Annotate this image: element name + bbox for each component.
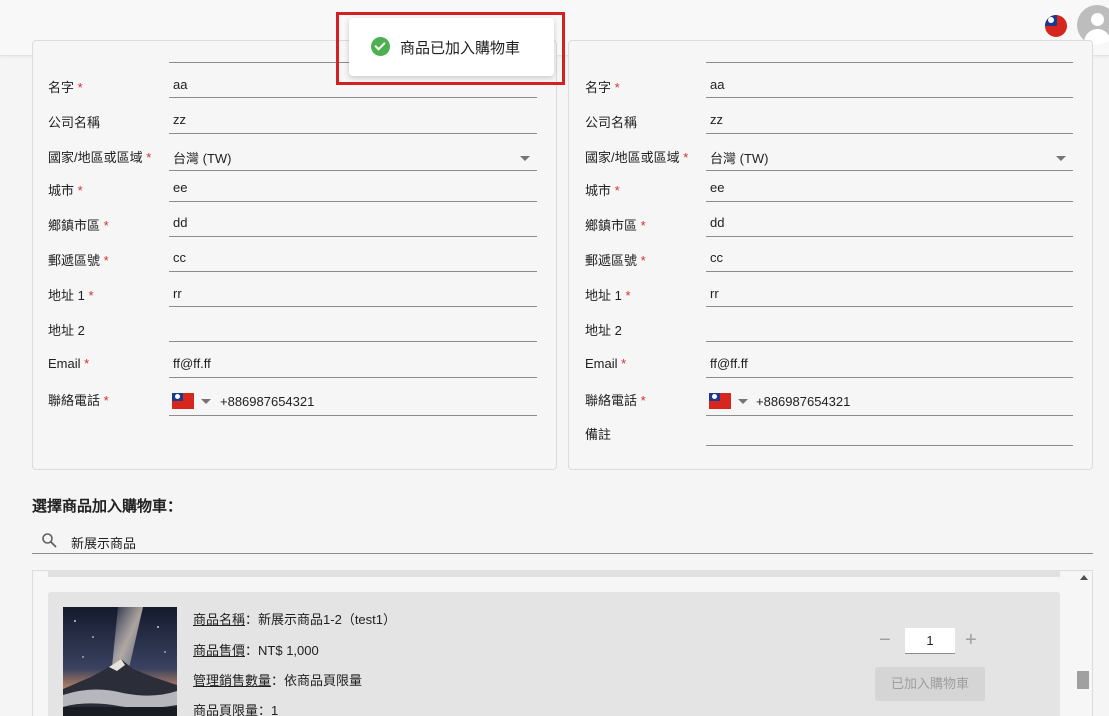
- chevron-down-icon[interactable]: [738, 399, 748, 404]
- district-label: 鄉鎮市區 *: [48, 218, 109, 233]
- scrollbar-thumb[interactable]: [1077, 671, 1089, 689]
- district-input[interactable]: dd: [173, 215, 187, 230]
- phone-label: 聯絡電話 *: [48, 393, 109, 408]
- postal-label: 郵遞區號 *: [585, 253, 646, 268]
- note-label: 備註: [585, 427, 612, 442]
- country-label: 國家/地區或區域 *: [48, 150, 152, 165]
- field-underline: [169, 97, 537, 98]
- added-to-cart-button[interactable]: 已加入購物車: [875, 667, 985, 701]
- postal-input[interactable]: cc: [173, 250, 186, 265]
- field-underline: [169, 306, 537, 307]
- phone-input[interactable]: +886987654321: [220, 394, 314, 409]
- address1-input[interactable]: rr: [173, 286, 182, 301]
- name-label: 名字 *: [585, 80, 620, 95]
- quantity-input[interactable]: 1: [905, 628, 955, 654]
- search-underline: [32, 553, 1093, 554]
- language-flag-icon[interactable]: [1045, 15, 1067, 37]
- list-item-divider: [48, 570, 1060, 577]
- country-label: 國家/地區或區域 *: [585, 150, 689, 165]
- address1-label: 地址 1 *: [585, 288, 631, 303]
- company-label: 公司名稱: [48, 115, 101, 130]
- field-underline: [706, 341, 1073, 342]
- phone-input[interactable]: +886987654321: [756, 394, 850, 409]
- product-name-line: 商品名稱：新展示商品1-2（test1）: [193, 612, 397, 627]
- company-input[interactable]: zz: [173, 112, 186, 127]
- address2-label: 地址 2: [585, 323, 622, 338]
- address1-input[interactable]: rr: [710, 286, 719, 301]
- chevron-down-icon[interactable]: [1056, 156, 1066, 161]
- field-underline: [706, 271, 1073, 272]
- field-underline: [169, 415, 537, 416]
- email-input[interactable]: ff@ff.ff: [173, 356, 211, 371]
- field-underline: [706, 133, 1073, 134]
- product-search-input[interactable]: 新展示商品: [71, 533, 136, 552]
- product-sales-line: 管理銷售數量：依商品頁限量: [193, 673, 363, 688]
- field-underline: [706, 62, 1073, 63]
- field-underline: [706, 377, 1073, 378]
- address2-label: 地址 2: [48, 323, 85, 338]
- field-underline: [169, 377, 537, 378]
- chevron-down-icon[interactable]: [520, 156, 530, 161]
- city-input[interactable]: ee: [173, 180, 187, 195]
- toast-highlight-frame: [336, 12, 565, 85]
- name-label: 名字 *: [48, 80, 83, 95]
- field-underline: [706, 236, 1073, 237]
- field-underline: [706, 201, 1073, 202]
- city-input[interactable]: ee: [710, 180, 724, 195]
- field-underline: [706, 306, 1073, 307]
- field-underline: [706, 170, 1073, 171]
- product-price-line: 商品售價：NT$ 1,000: [193, 643, 319, 658]
- chevron-down-icon[interactable]: [201, 399, 211, 404]
- scroll-up-arrow-icon[interactable]: [1080, 575, 1088, 580]
- field-underline: [169, 236, 537, 237]
- district-input[interactable]: dd: [710, 215, 724, 230]
- postal-label: 郵遞區號 *: [48, 253, 109, 268]
- address1-label: 地址 1 *: [48, 288, 94, 303]
- email-label: Email *: [585, 356, 627, 371]
- taiwan-flag-icon[interactable]: [709, 393, 731, 409]
- city-label: 城市 *: [48, 183, 83, 198]
- field-underline: [706, 415, 1073, 416]
- quantity-increment-button[interactable]: +: [965, 630, 977, 650]
- product-limit-line: 商品頁限量：1: [193, 703, 279, 716]
- postal-input[interactable]: cc: [710, 250, 723, 265]
- company-label: 公司名稱: [585, 115, 638, 130]
- quantity-decrement-button[interactable]: −: [879, 630, 891, 650]
- search-icon: [42, 533, 57, 548]
- company-input[interactable]: zz: [710, 112, 723, 127]
- name-input[interactable]: aa: [710, 77, 724, 92]
- field-underline: [169, 271, 537, 272]
- district-label: 鄉鎮市區 *: [585, 218, 646, 233]
- product-image: [63, 607, 177, 716]
- email-label: Email *: [48, 356, 90, 371]
- email-input[interactable]: ff@ff.ff: [710, 356, 748, 371]
- phone-label: 聯絡電話 *: [585, 393, 646, 408]
- taiwan-flag-icon[interactable]: [172, 393, 194, 409]
- country-select[interactable]: 台灣 (TW): [173, 148, 231, 167]
- country-select[interactable]: 台灣 (TW): [710, 148, 768, 167]
- field-underline: [169, 170, 537, 171]
- name-input[interactable]: aa: [173, 77, 187, 92]
- field-underline: [706, 97, 1073, 98]
- field-underline: [706, 445, 1073, 446]
- field-underline: [169, 133, 537, 134]
- city-label: 城市 *: [585, 183, 620, 198]
- product-section-title: 選擇商品加入購物車：: [32, 498, 183, 515]
- field-underline: [169, 341, 537, 342]
- user-avatar-icon[interactable]: [1077, 5, 1109, 45]
- field-underline: [169, 201, 537, 202]
